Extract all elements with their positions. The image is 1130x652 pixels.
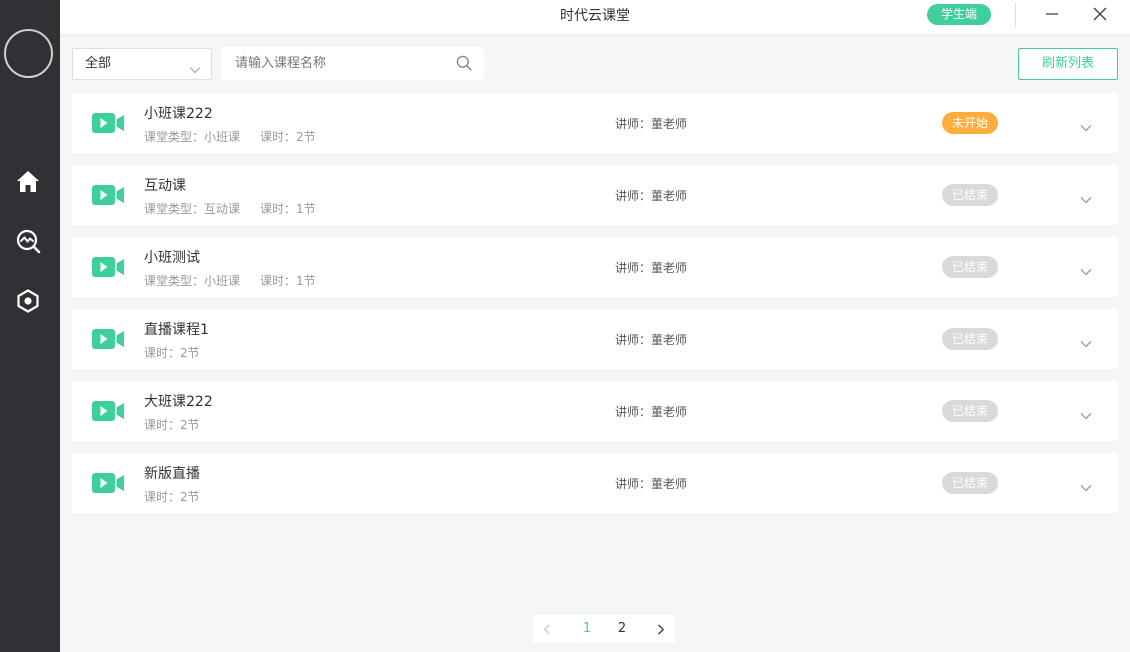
- course-hours: 课时：1节: [260, 202, 316, 216]
- status-badge: 已结束: [942, 256, 998, 278]
- settings-hexagon-icon: [16, 289, 40, 313]
- course-hours: 课时：2节: [144, 346, 200, 360]
- sidebar-item-settings[interactable]: [14, 287, 42, 315]
- course-item[interactable]: 大班课222 课时：2节 讲师：董老师 已结束: [72, 381, 1118, 441]
- course-teacher: 讲师：董老师: [615, 117, 688, 131]
- search-analytics-icon: [15, 228, 41, 254]
- status-badge: 已结束: [942, 472, 998, 494]
- course-meta: 课堂类型：小班课 课时：2节: [144, 128, 316, 145]
- chevron-right-icon: [657, 624, 665, 639]
- chevron-down-icon: [189, 59, 201, 78]
- prev-page-button[interactable]: [535, 615, 559, 643]
- chevron-down-icon[interactable]: [1080, 117, 1092, 136]
- sidebar-item-search[interactable]: [14, 227, 42, 255]
- chevron-down-icon[interactable]: [1080, 405, 1092, 424]
- status-badge: 已结束: [942, 400, 998, 422]
- video-camera-icon: [92, 113, 124, 137]
- title-divider: [1015, 3, 1016, 27]
- course-teacher: 讲师：董老师: [615, 189, 688, 203]
- course-name: 小班测试: [144, 250, 200, 266]
- course-type: 课堂类型：小班课: [144, 274, 241, 288]
- course-type: 课堂类型：小班课: [144, 130, 241, 144]
- title-bar: 时代云课堂 学生端: [60, 0, 1130, 34]
- course-meta: 课堂类型：互动课 课时：1节: [144, 200, 316, 217]
- minimize-icon: [1045, 6, 1059, 25]
- course-meta: 课堂类型：小班课 课时：1节: [144, 272, 316, 289]
- video-camera-icon: [92, 473, 124, 497]
- course-name: 新版直播: [144, 466, 200, 482]
- course-item[interactable]: 小班课222 课堂类型：小班课 课时：2节 讲师：董老师 未开始: [72, 93, 1118, 153]
- next-page-button[interactable]: [649, 615, 673, 643]
- chevron-down-icon[interactable]: [1080, 333, 1092, 352]
- status-badge: 已结束: [942, 328, 998, 350]
- course-meta: 课时：2节: [144, 344, 200, 361]
- page-button-1[interactable]: 1: [575, 615, 599, 643]
- minimize-button[interactable]: [1040, 4, 1064, 26]
- home-icon: [16, 169, 40, 193]
- video-camera-icon: [92, 329, 124, 353]
- course-name: 互动课: [144, 178, 186, 194]
- refresh-list-button[interactable]: 刷新列表: [1018, 48, 1118, 80]
- video-camera-icon: [92, 401, 124, 425]
- course-item[interactable]: 小班测试课堂类型：小班课 课时：1节 讲师：董老师 已结束: [72, 237, 1118, 297]
- course-type-filter[interactable]: 全部: [72, 48, 212, 80]
- chevron-down-icon[interactable]: [1080, 189, 1092, 208]
- role-badge[interactable]: 学生端: [927, 4, 991, 25]
- course-list: 小班课222 课堂类型：小班课 课时：2节 讲师：董老师 未开始 互动课 课堂类型：互动课课…: [72, 93, 1118, 525]
- course-hours: 课时：2节: [144, 418, 200, 432]
- close-icon: [1093, 6, 1107, 25]
- course-item[interactable]: 直播课程1 课时：2节 讲师：董老师 已结束: [72, 309, 1118, 369]
- course-name: 小班课222: [144, 106, 213, 122]
- pagination: 1 2: [533, 615, 675, 643]
- status-badge: 已结束: [942, 184, 998, 206]
- course-item[interactable]: 新版直播课时：2节 讲师：董老师 已结束: [72, 453, 1118, 513]
- sidebar-item-home[interactable]: [14, 167, 42, 195]
- course-type: 课堂类型：互动课: [144, 202, 241, 216]
- course-meta: 课时：2节: [144, 416, 200, 433]
- status-badge: 未开始: [942, 112, 998, 134]
- video-camera-icon: [92, 257, 124, 281]
- course-name: 大班课222: [144, 394, 213, 410]
- course-teacher: 讲师：董老师: [615, 477, 688, 491]
- course-meta: 课时：2节: [144, 488, 200, 505]
- search-box: [222, 47, 484, 80]
- avatar[interactable]: [4, 29, 53, 78]
- chevron-down-icon[interactable]: [1080, 477, 1092, 496]
- course-name: 直播课程1: [144, 322, 209, 338]
- video-camera-icon: [92, 185, 124, 209]
- course-teacher: 讲师：董老师: [615, 261, 688, 275]
- filter-value: 全部: [85, 56, 112, 71]
- course-teacher: 讲师：董老师: [615, 405, 688, 419]
- chevron-down-icon[interactable]: [1080, 261, 1092, 280]
- course-hours: 课时：1节: [260, 274, 316, 288]
- close-button[interactable]: [1088, 4, 1112, 26]
- course-teacher: 讲师：董老师: [615, 333, 688, 347]
- page-button-2[interactable]: 2: [610, 615, 634, 643]
- chevron-left-icon: [543, 624, 551, 639]
- search-input[interactable]: [222, 47, 450, 80]
- course-hours: 课时：2节: [144, 490, 200, 504]
- course-hours: 课时：2节: [260, 130, 316, 144]
- course-item[interactable]: 互动课课堂类型：互动课 课时：1节 讲师：董老师 已结束: [72, 165, 1118, 225]
- sidebar: [0, 0, 60, 652]
- search-icon[interactable]: [456, 55, 472, 75]
